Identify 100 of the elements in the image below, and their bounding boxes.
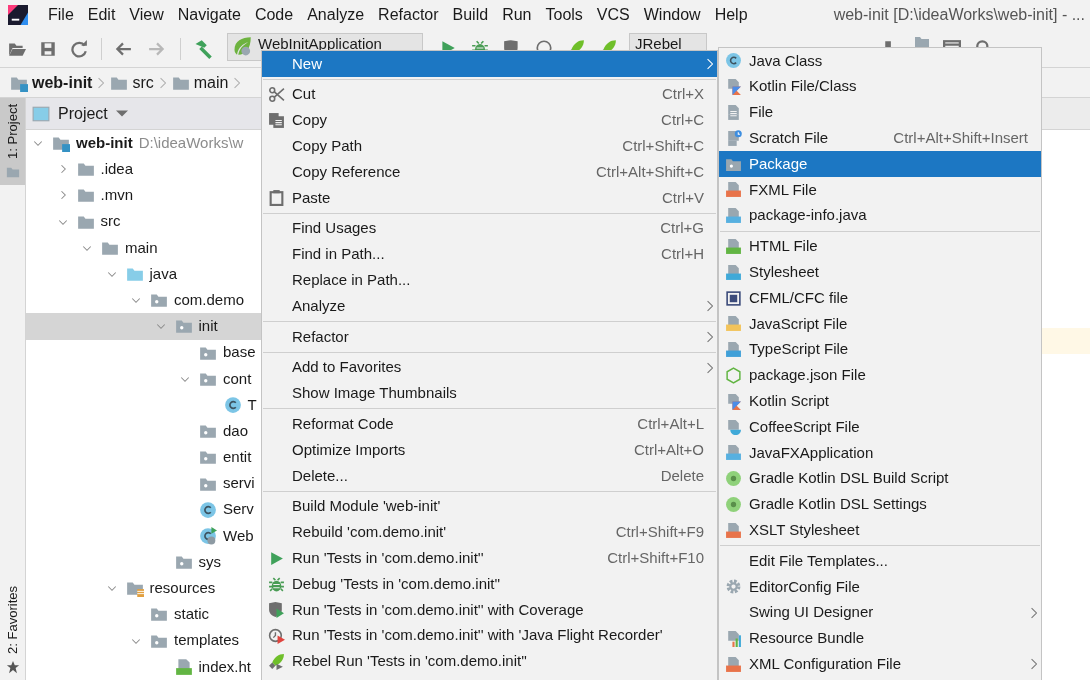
window-title: web-init [D:\ideaWorks\web-init] - ... [833, 5, 1085, 25]
panel-icon [32, 104, 50, 123]
menu-item[interactable]: Build Module 'web-init' [262, 493, 717, 520]
menu-item[interactable]: JavaFXApplication [719, 439, 1041, 466]
menu-item[interactable]: Run 'Tests in 'com.demo.init'' with 'Java Flight Recorder' [262, 622, 717, 649]
menu-item[interactable]: Resource Bundle [719, 625, 1041, 652]
menu-item[interactable]: VCS [589, 5, 637, 25]
menu-item[interactable]: Analyze [300, 5, 372, 25]
refresh-icon[interactable] [70, 40, 88, 58]
clock-play-icon [267, 627, 285, 645]
menu-item[interactable]: Find Usages Ctrl+G [262, 215, 717, 242]
menu-item[interactable]: Stylesheet [719, 259, 1041, 286]
back-arrow-icon[interactable] [114, 40, 132, 58]
tree-row[interactable]: src [26, 208, 261, 235]
tree-row[interactable]: Web [26, 522, 261, 549]
menu-item[interactable]: Refactor [371, 5, 446, 25]
tree-row[interactable]: cont [26, 365, 261, 392]
menu-item[interactable]: Debug 'Tests in 'com.demo.init'' [262, 571, 717, 597]
breadcrumb[interactable]: web-init [10, 70, 93, 95]
menu-item[interactable]: Java Class [719, 48, 1041, 74]
tree-row[interactable]: resources [26, 575, 261, 602]
menu-item[interactable]: JavaScript File [719, 310, 1041, 337]
menu-item[interactable]: Tools [538, 5, 590, 25]
menu-item[interactable]: Swing UI Designer [719, 599, 1041, 626]
chevron-icon [98, 76, 105, 89]
tree-row[interactable]: servi [26, 470, 261, 497]
menu-item[interactable]: Run 'Tests in 'com.demo.init'' Ctrl+Shift+F10 [262, 545, 717, 572]
menu-item[interactable]: Help [707, 5, 755, 25]
hammer-icon[interactable] [193, 39, 213, 59]
menu-item[interactable]: Gradle Kotlin DSL Settings [719, 491, 1041, 518]
circle-icon [724, 470, 742, 488]
tree-row[interactable]: dao [26, 418, 261, 445]
menu-item[interactable]: Show Image Thumbnails [262, 380, 717, 407]
menu-item[interactable]: Gradle Kotlin DSL Build Script [719, 465, 1041, 492]
menu-item[interactable]: Replace in Path... [262, 267, 717, 294]
tree-row[interactable]: sys [26, 549, 261, 576]
menu-item[interactable]: Run 'Tests in 'com.demo.init'' with Coverage [262, 596, 717, 623]
menu-item[interactable]: Refactor [262, 323, 717, 350]
menu-item[interactable]: HTML File [719, 233, 1041, 260]
tree-row[interactable]: web-init D:\ideaWorks\w [26, 130, 261, 157]
menu-item[interactable]: Cut Ctrl+X [262, 81, 717, 108]
breadcrumb[interactable]: src [110, 70, 154, 95]
menu-item[interactable]: Analyze [262, 293, 717, 319]
menu-item[interactable]: Window [636, 5, 708, 25]
tree-row[interactable]: java [26, 260, 261, 288]
tree-row[interactable]: entit [26, 444, 261, 471]
menu-item[interactable]: Package [719, 151, 1041, 177]
menu-item[interactable]: package.json File [719, 362, 1041, 389]
menu-item[interactable]: File [719, 99, 1041, 126]
menu-item[interactable]: New [262, 51, 717, 77]
menu-item[interactable]: XML Configuration File [719, 651, 1041, 678]
open-folder-icon[interactable] [8, 40, 26, 58]
menu-item[interactable]: View [122, 5, 171, 25]
tree-row[interactable]: index.ht [26, 653, 261, 680]
menu-item[interactable]: CoffeeScript File [719, 414, 1041, 440]
menu-item[interactable]: Optimize Imports Ctrl+Alt+O [262, 437, 717, 463]
tree-row[interactable]: init [26, 313, 261, 340]
scissors-icon [267, 86, 285, 104]
menu-item[interactable]: Build [445, 5, 496, 25]
tree-row[interactable]: T [26, 391, 261, 419]
menu-item[interactable]: Rebel Run 'Tests in 'com.demo.init'' [262, 648, 717, 675]
menu-item[interactable]: Run [495, 5, 539, 25]
menu-item[interactable]: Paste Ctrl+V [262, 185, 717, 211]
menu-item[interactable]: File [41, 5, 81, 25]
save-icon[interactable] [39, 40, 57, 58]
menu-item[interactable]: Add to Favorites [262, 354, 717, 381]
tree-row[interactable]: Serv [26, 496, 261, 523]
menu-item[interactable]: Find in Path... Ctrl+H [262, 241, 717, 268]
folder-icon [76, 186, 95, 205]
menu-item[interactable]: Copy Ctrl+C [262, 107, 717, 134]
tree-row[interactable]: base [26, 339, 261, 366]
menu-item[interactable]: Navigate [170, 5, 248, 25]
menu-item[interactable]: Copy Path Ctrl+Shift+C [262, 133, 717, 160]
menu-item[interactable]: EditorConfig File [719, 573, 1041, 600]
menu-item[interactable]: Copy Reference Ctrl+Alt+Shift+C [262, 159, 717, 185]
menu-item[interactable]: CFML/CFC file [719, 285, 1041, 311]
tree-row[interactable]: .mvn [26, 182, 261, 209]
tree-row[interactable]: com.demo [26, 287, 261, 314]
menu-item[interactable]: Scratch File Ctrl+Alt+Shift+Insert [719, 125, 1041, 152]
menu-item[interactable]: Kotlin Script [719, 388, 1041, 415]
menu-item[interactable]: FXML File [719, 177, 1041, 203]
menu-item[interactable]: Edit [80, 5, 123, 25]
menu-item[interactable]: TypeScript File [719, 336, 1041, 363]
tree-row[interactable]: templates [26, 627, 261, 654]
menu-item[interactable]: Edit File Templates... [719, 548, 1041, 574]
menu-item[interactable]: package-info.java [719, 202, 1041, 229]
menu-item[interactable]: Kotlin File/Class [719, 73, 1041, 100]
breadcrumb[interactable]: main [171, 70, 229, 95]
forward-arrow-icon[interactable] [148, 40, 166, 58]
menu-item[interactable]: XSLT Stylesheet [719, 517, 1041, 544]
tool-window-tab[interactable]: 1: Project [0, 98, 25, 185]
tree-row[interactable]: static [26, 601, 261, 628]
caret-icon[interactable] [115, 110, 128, 117]
tree-row[interactable]: .idea [26, 156, 261, 183]
menu-item[interactable]: Rebuild 'com.demo.init' Ctrl+Shift+F9 [262, 519, 717, 546]
tree-row[interactable]: main [26, 234, 261, 261]
menu-item[interactable]: Reformat Code Ctrl+Alt+L [262, 411, 717, 438]
menu-item[interactable]: Delete... Delete [262, 462, 717, 489]
menu-item[interactable]: Code [247, 5, 301, 25]
tool-window-tab[interactable]: 2: Favorites [0, 580, 25, 680]
